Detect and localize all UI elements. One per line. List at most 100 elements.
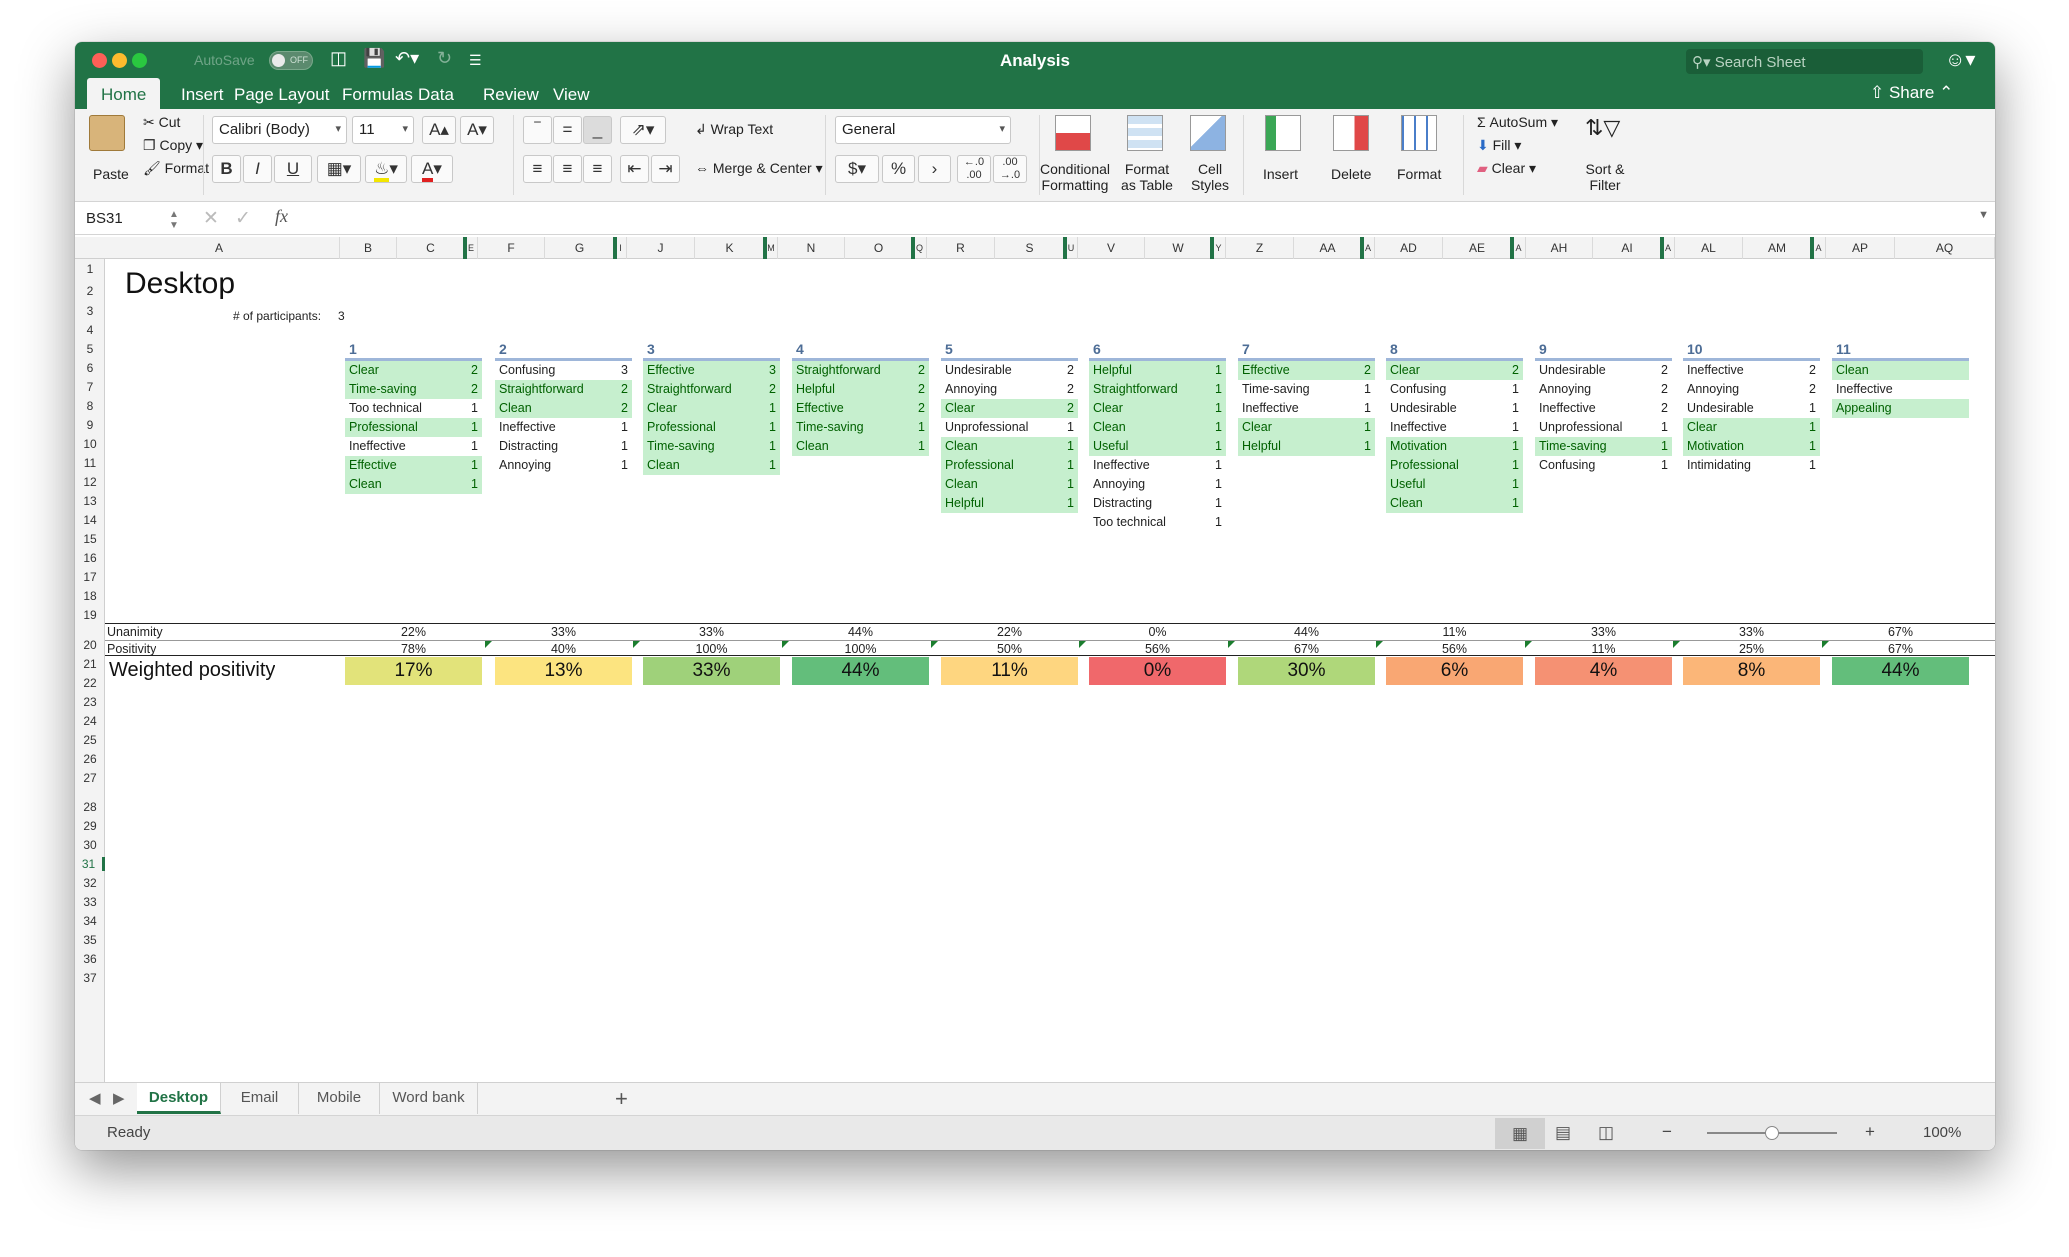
name-box-stepper-icon[interactable]: ▲ ▼ [169, 209, 179, 231]
word-row[interactable]: Motivation 1 [1386, 437, 1523, 456]
sheet-tab-desktop[interactable]: Desktop [137, 1083, 221, 1114]
row-header[interactable]: 22 [75, 676, 105, 690]
word-row[interactable]: Clear 1 [1238, 418, 1375, 437]
word-row[interactable]: Clean 1 [345, 475, 482, 494]
row-header[interactable]: 25 [75, 733, 105, 747]
word-row[interactable]: Intimidating 1 [1683, 456, 1820, 475]
row-header[interactable]: 12 [75, 475, 105, 489]
column-header[interactable]: F [478, 237, 545, 259]
zoom-in-button[interactable]: + [1865, 1122, 1875, 1142]
row-header[interactable]: 3 [75, 304, 105, 318]
align-left-button[interactable]: ≡ [523, 155, 552, 183]
word-row[interactable]: Helpful 1 [1238, 437, 1375, 456]
zoom-slider-knob[interactable] [1765, 1126, 1779, 1140]
conditional-formatting-button[interactable]: Conditional Formatting [1037, 161, 1113, 193]
comment-indicator[interactable] [931, 641, 938, 648]
word-row[interactable]: Straightforward 2 [495, 380, 632, 399]
sheet-tab-mobile[interactable]: Mobile [299, 1083, 380, 1114]
positivity-value[interactable]: 78% [345, 642, 482, 656]
word-row[interactable]: Time-saving 1 [792, 418, 929, 437]
currency-button[interactable]: $▾ [835, 155, 879, 183]
align-middle-button[interactable]: = [553, 116, 582, 144]
weighted-positivity-cell[interactable]: 17% [345, 657, 482, 685]
format-as-table-button[interactable]: Format as Table [1117, 161, 1177, 193]
column-header[interactable]: AM [1743, 237, 1812, 259]
word-row[interactable]: Unprofessional 1 [941, 418, 1078, 437]
column-header[interactable]: AE [1443, 237, 1512, 259]
column-header[interactable]: S [995, 237, 1065, 259]
row-header[interactable]: 34 [75, 914, 105, 928]
column-header[interactable]: Q [913, 237, 927, 259]
orientation-button[interactable]: ⇗▾ [620, 116, 666, 144]
paste-button[interactable]: Paste [93, 166, 129, 182]
fill-button[interactable]: ⬇ Fill ▾ [1477, 137, 1521, 154]
format-cells-button[interactable]: Format [1397, 166, 1441, 182]
fill-color-button[interactable]: ♨▾ [365, 155, 407, 183]
row-header[interactable]: 21 [75, 657, 105, 671]
align-bottom-button[interactable]: _ [583, 116, 612, 144]
word-row[interactable]: Clean [1832, 361, 1969, 380]
unanimity-value[interactable]: 0% [1089, 625, 1226, 639]
word-row[interactable]: Ineffective [1832, 380, 1969, 399]
positivity-value[interactable]: 67% [1238, 642, 1375, 656]
word-row[interactable]: Professional 1 [941, 456, 1078, 475]
word-row[interactable]: Annoying 2 [941, 380, 1078, 399]
row-header[interactable]: 30 [75, 838, 105, 852]
row-header[interactable]: 17 [75, 570, 105, 584]
column-header[interactable]: O [845, 237, 913, 259]
row-header[interactable]: 31 [75, 857, 105, 871]
row-header[interactable]: 19 [75, 608, 105, 622]
word-row[interactable]: Ineffective 1 [1386, 418, 1523, 437]
merge-center-button[interactable]: ⇔ Merge & Center ▾ [695, 160, 823, 177]
positivity-value[interactable]: 56% [1089, 642, 1226, 656]
word-row[interactable]: Effective 3 [643, 361, 780, 380]
row-header[interactable]: 27 [75, 771, 105, 785]
comment-indicator[interactable] [485, 641, 492, 648]
conditional-formatting-icon[interactable] [1055, 115, 1091, 151]
row-header[interactable]: 1 [75, 262, 105, 276]
unanimity-value[interactable]: 22% [345, 625, 482, 639]
tab-view[interactable]: View [539, 78, 604, 109]
delete-cells-button[interactable]: Delete [1331, 166, 1371, 182]
positivity-value[interactable]: 40% [495, 642, 632, 656]
clear-button[interactable]: ▰ Clear ▾ [1477, 160, 1536, 177]
word-row[interactable]: Helpful 1 [941, 494, 1078, 513]
word-row[interactable]: Ineffective 2 [1535, 399, 1672, 418]
word-row[interactable]: Ineffective 1 [495, 418, 632, 437]
word-row[interactable]: Useful 1 [1089, 437, 1226, 456]
unanimity-value[interactable]: 33% [1535, 625, 1672, 639]
weighted-positivity-cell[interactable]: 30% [1238, 657, 1375, 685]
page-break-view-icon[interactable]: ◫ [1598, 1123, 1614, 1143]
word-row[interactable]: Clean 1 [941, 437, 1078, 456]
row-header[interactable]: 4 [75, 323, 105, 337]
word-row[interactable]: Clean 2 [495, 399, 632, 418]
positivity-value[interactable]: 50% [941, 642, 1078, 656]
comment-indicator[interactable] [1079, 641, 1086, 648]
word-row[interactable]: Ineffective 1 [1238, 399, 1375, 418]
increase-decimal-button[interactable]: ←.0 .00 [957, 155, 991, 183]
word-row[interactable]: Too technical 1 [345, 399, 482, 418]
word-row[interactable]: Clean 1 [941, 475, 1078, 494]
row-header[interactable]: 13 [75, 494, 105, 508]
italic-button[interactable]: I [243, 155, 272, 183]
word-row[interactable]: Professional 1 [1386, 456, 1523, 475]
sheet-tab-email[interactable]: Email [221, 1083, 299, 1114]
cell-styles-button[interactable]: Cell Styles [1187, 161, 1233, 193]
row-header[interactable]: 24 [75, 714, 105, 728]
zoom-slider[interactable] [1707, 1126, 1837, 1140]
name-box[interactable]: BS31 [81, 207, 157, 231]
percent-button[interactable]: % [882, 155, 915, 183]
word-row[interactable]: Professional 1 [643, 418, 780, 437]
row-header[interactable]: 23 [75, 695, 105, 709]
decrease-font-button[interactable]: A▾ [460, 116, 494, 144]
format-as-table-icon[interactable] [1127, 115, 1163, 151]
align-center-button[interactable]: ≡ [553, 155, 582, 183]
word-row[interactable]: Confusing 1 [1386, 380, 1523, 399]
row-header[interactable]: 20 [75, 638, 105, 652]
word-row[interactable]: Professional 1 [345, 418, 482, 437]
font-name-dropdown[interactable]: Calibri (Body) ▾ [212, 116, 347, 144]
column-header[interactable]: Y [1212, 237, 1226, 259]
search-sheet-input[interactable]: ⚲▾ Search Sheet [1686, 49, 1923, 74]
row-header[interactable]: 33 [75, 895, 105, 909]
word-row[interactable]: Useful 1 [1386, 475, 1523, 494]
